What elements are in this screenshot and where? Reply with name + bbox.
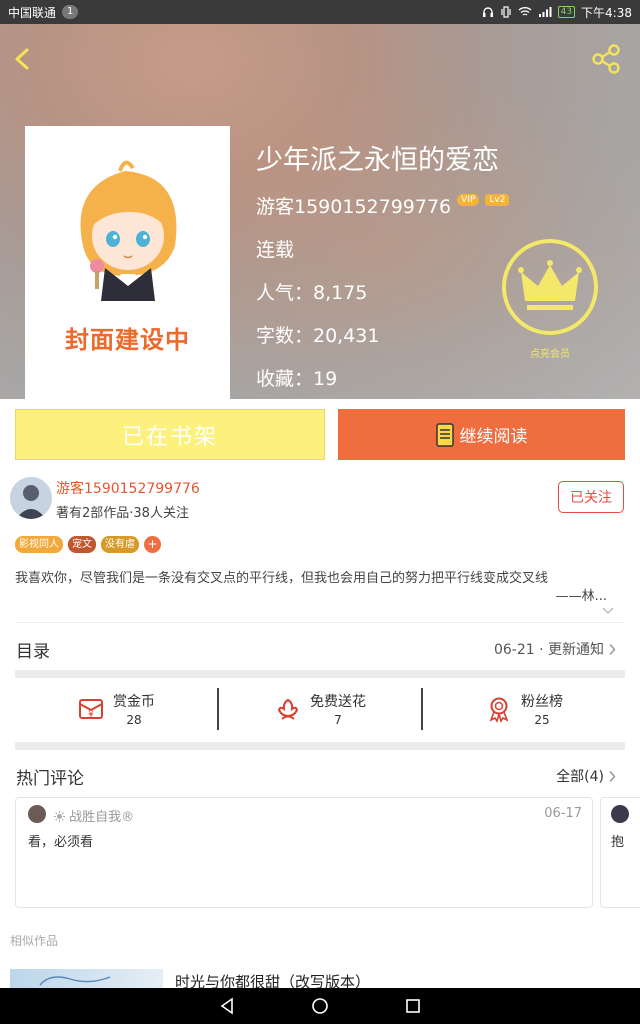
book-popularity: 人气：8,175 bbox=[256, 282, 368, 304]
membership-caption[interactable]: 点亮会员 bbox=[501, 345, 599, 360]
update-notification-label: 06-21 · 更新通知 bbox=[493, 642, 604, 658]
chevron-down-icon[interactable] bbox=[601, 606, 615, 616]
level-badge: Lv2 bbox=[485, 193, 510, 206]
battery-icon: 43 bbox=[557, 6, 576, 18]
book-intro[interactable]: 我喜欢你，尽管我们是一条没有交叉点的平行线，但我也会用自己的努力把平行线变成交叉… bbox=[15, 570, 607, 606]
hot-comments-title: 热门评论 bbox=[16, 769, 84, 789]
continue-reading-button[interactable]: 继续阅读 bbox=[338, 409, 625, 460]
stat-value: 7 bbox=[334, 713, 342, 727]
author-name[interactable]: 游客1590152799776 bbox=[56, 478, 200, 498]
notification-count-badge: 1 bbox=[62, 5, 79, 19]
toc-title[interactable]: 目录 bbox=[16, 637, 50, 662]
chevron-right-icon bbox=[609, 643, 616, 655]
tag-item[interactable]: 影视同人 bbox=[15, 536, 63, 553]
book-author-name[interactable]: 游客1590152799776 bbox=[256, 192, 451, 219]
all-comments-label: 全部(4) bbox=[556, 769, 604, 785]
tag-item[interactable]: 没有虐 bbox=[101, 536, 139, 553]
vip-badge: VIP bbox=[457, 193, 480, 206]
comment-card[interactable]: 战胜自我® 06-17 看，必须看 bbox=[15, 797, 593, 908]
nav-back-icon[interactable] bbox=[218, 997, 236, 1015]
tag-list: 影视同人 宠文 没有虐 + bbox=[15, 536, 161, 553]
section-band bbox=[15, 670, 625, 678]
nav-home-icon[interactable] bbox=[311, 997, 329, 1015]
stat-label: 粉丝榜 bbox=[521, 694, 563, 710]
fan-ranking-stat[interactable]: 粉丝榜 25 bbox=[421, 688, 625, 730]
section-band bbox=[15, 742, 625, 750]
chevron-right-icon bbox=[609, 770, 616, 782]
system-nav-bar bbox=[0, 988, 640, 1024]
wifi-icon bbox=[518, 7, 532, 16]
book-status: 连载 bbox=[256, 239, 295, 261]
comment-text: 看，必须看 bbox=[28, 835, 94, 850]
stat-label: 赏金币 bbox=[113, 694, 155, 710]
headset-icon bbox=[482, 7, 493, 17]
stat-value: 25 bbox=[534, 713, 550, 727]
add-tag-button[interactable]: + bbox=[144, 536, 161, 553]
stat-value: 28 bbox=[126, 713, 142, 727]
intro-text: 我喜欢你，尽管我们是一条没有交叉点的平行线，但我也会用自己的努力把平行线变成交叉… bbox=[15, 571, 549, 586]
commenter-avatar[interactable] bbox=[611, 805, 629, 823]
comment-date: 06-17 bbox=[544, 806, 582, 821]
author-avatar[interactable] bbox=[10, 477, 52, 519]
book-word-count: 字数：20,431 bbox=[256, 325, 380, 347]
nav-recents-icon[interactable] bbox=[404, 997, 422, 1015]
similar-works-label: 相似作品 bbox=[10, 934, 59, 948]
commenter-avatar[interactable] bbox=[28, 805, 46, 823]
anime-girl-illustration bbox=[80, 160, 177, 301]
free-flower-stat[interactable]: 免费送花 7 bbox=[217, 688, 421, 730]
stats-row: ¥ 赏金币 28 免费送花 7 粉丝榜 25 bbox=[15, 680, 625, 738]
stat-label: 免费送花 bbox=[310, 694, 366, 710]
author-info: 著有2部作品·38人关注 bbox=[56, 506, 189, 521]
tag-item[interactable]: 宠文 bbox=[68, 536, 96, 553]
book-author-row: 游客1590152799776 VIP Lv2 bbox=[256, 192, 510, 219]
coin-envelope-icon: ¥ bbox=[79, 699, 103, 720]
carrier-name: 中国联通 bbox=[8, 5, 57, 20]
clock: 下午4:38 bbox=[581, 5, 632, 20]
flower-icon bbox=[277, 698, 299, 720]
comment-text: 抱 bbox=[611, 835, 625, 850]
divider bbox=[15, 622, 625, 623]
commenter-name-text: 战胜自我® bbox=[69, 810, 135, 825]
book-icon bbox=[435, 422, 454, 447]
intro-signature: ——林... bbox=[555, 589, 607, 604]
medal-icon bbox=[489, 697, 509, 723]
share-icon[interactable] bbox=[590, 42, 622, 76]
signal-icon bbox=[538, 7, 552, 17]
svg-text:¥: ¥ bbox=[88, 710, 94, 720]
cover-caption: 封面建设中 bbox=[65, 326, 190, 354]
similar-work-cover[interactable] bbox=[10, 969, 163, 988]
status-bar: 中国联通 1 43 下午4:38 bbox=[0, 0, 640, 24]
vibrate-icon bbox=[500, 6, 511, 18]
comment-card[interactable]: 抱 bbox=[600, 797, 640, 908]
reward-coins-stat[interactable]: ¥ 赏金币 28 bbox=[15, 680, 217, 738]
back-icon[interactable] bbox=[8, 42, 38, 76]
continue-reading-label: 继续阅读 bbox=[459, 427, 528, 447]
followed-button[interactable]: 已关注 bbox=[558, 481, 624, 513]
commenter-name[interactable]: 战胜自我® bbox=[54, 806, 134, 825]
book-favorites: 收藏：19 bbox=[256, 368, 338, 390]
crown-icon[interactable] bbox=[501, 238, 599, 336]
update-notification[interactable]: 06-21 · 更新通知 bbox=[494, 639, 616, 659]
book-title: 少年派之永恒的爱恋 bbox=[256, 145, 499, 176]
all-comments-link[interactable]: 全部(4) bbox=[556, 766, 616, 786]
book-header: 封面建设中 少年派之永恒的爱恋 游客1590152799776 VIP Lv2 … bbox=[0, 24, 640, 399]
book-cover[interactable]: 封面建设中 bbox=[25, 126, 230, 399]
sun-icon bbox=[54, 811, 65, 822]
in-bookshelf-button[interactable]: 已在书架 bbox=[15, 409, 325, 460]
